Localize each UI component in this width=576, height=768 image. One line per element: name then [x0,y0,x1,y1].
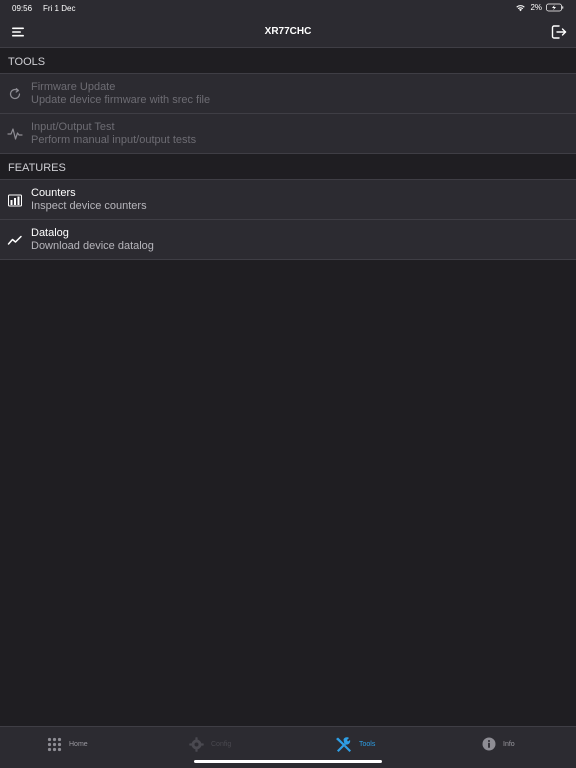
row-title: Datalog [31,227,69,239]
line-chart-icon [7,235,22,245]
battery-icon [546,3,564,12]
status-time: 09:56 [12,4,33,13]
tab-tools[interactable]: Tools [335,736,375,752]
row-input-output-test[interactable]: Input/Output Test Perform manual input/o… [0,114,576,154]
tab-label: Home [69,740,88,748]
wifi-icon [516,4,526,11]
row-title: Counters [31,187,76,199]
info-icon [482,737,496,751]
bar-chart-icon [8,194,22,207]
navigation-bar: XR77CHC [0,16,576,48]
row-subtitle: Perform manual input/output tests [31,134,197,146]
section-title: FEATURES [8,162,66,174]
tab-home[interactable]: Home [47,736,88,752]
row-title: Firmware Update [31,81,116,93]
status-date: Fri 1 Dec [43,4,76,13]
row-counters[interactable]: Counters Inspect device counters [0,180,576,220]
row-subtitle: Update device firmware with srec file [31,94,211,106]
logout-icon[interactable] [550,24,568,40]
tab-bar: Home Config Tools Info [0,726,576,768]
section-title: TOOLS [8,56,46,68]
status-indicators: 2% [515,3,564,12]
grid-icon [47,737,62,751]
tab-label: Tools [359,740,376,748]
battery-percent: 2% [530,3,542,12]
home-indicator[interactable] [194,760,382,763]
tab-label: Config [211,740,232,748]
section-header-features: FEATURES [0,154,576,180]
screen: 09:56 Fri 1 Dec 2% XR77CHC TOOLS Firmwar… [0,0,576,768]
section-header-tools: TOOLS [0,48,576,74]
tab-info[interactable]: Info [482,736,515,752]
tab-label: Info [503,740,515,748]
tab-config[interactable]: Config [189,736,231,752]
refresh-icon [9,88,21,100]
status-bar: 09:56 Fri 1 Dec 2% [0,0,576,16]
gear-icon [189,736,204,752]
row-title: Input/Output Test [31,121,115,133]
row-subtitle: Inspect device counters [31,200,147,212]
pulse-icon [7,128,23,140]
row-subtitle: Download device datalog [31,240,154,252]
tools-icon [336,736,351,752]
page-title: XR77CHC [264,26,312,37]
row-firmware-update[interactable]: Firmware Update Update device firmware w… [0,74,576,114]
row-datalog[interactable]: Datalog Download device datalog [0,220,576,260]
